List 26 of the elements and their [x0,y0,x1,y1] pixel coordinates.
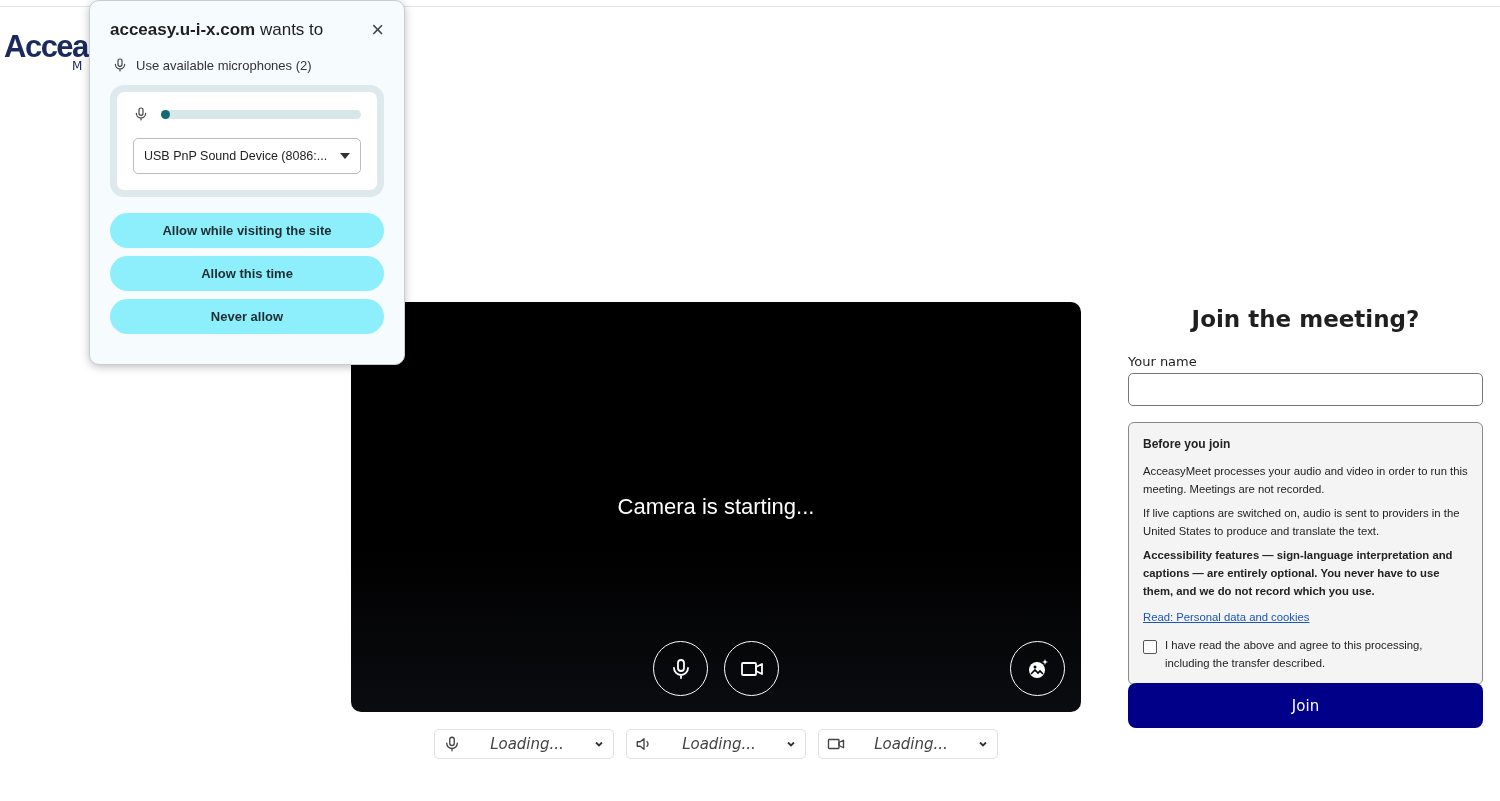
notice-paragraph: Accessibility features — sign-language interpretation and captions — are entirely optional. You never have to use them, and we do not record which you use. [1143,548,1454,599]
join-button[interactable]: Join [1128,683,1483,728]
panel-title: Join the meeting? [1189,306,1421,332]
consent-checkbox[interactable] [1143,640,1157,654]
notice-heading: Before you join [1143,436,1232,453]
close-button[interactable]: × [371,19,384,41]
privacy-link[interactable]: Read: Personal data and cookies [1143,608,1310,626]
microphone-icon [443,735,461,753]
permission-button[interactable]: Never allow [110,299,384,334]
microphone-dropdown[interactable]: USB PnP Sound Device (8086:... [133,138,361,174]
notice-paragraph: If live captions are switched on, audio is sent to providers in the United States to produce and translate the text. [1143,506,1461,539]
device-dropdown[interactable]: Loading... [818,729,998,759]
permission-request: Use available microphones (2) [136,57,312,73]
permission-button[interactable]: Allow while visiting the site [110,213,384,248]
name-input[interactable] [1128,373,1483,406]
microphone-icon [133,106,149,122]
camera-status: Camera is starting... [617,494,815,520]
device-dropdown[interactable]: Loading... [626,729,806,759]
popup-title: acceasy.u-i-x.com wants to [110,20,324,40]
notice-paragraph: AcceasyMeet processes your audio and video in order to run this meeting. Meetings are not recorded. [1143,464,1468,497]
caret-icon [340,153,350,159]
consent-label: I have read the above and agree to this processing, including the transfer described. [1165,638,1424,671]
microphone-icon [112,57,128,73]
device-dropdown[interactable]: Loading... [434,729,614,759]
permission-button[interactable]: Allow this time [110,256,384,291]
field-label: Your name [1128,354,1198,369]
